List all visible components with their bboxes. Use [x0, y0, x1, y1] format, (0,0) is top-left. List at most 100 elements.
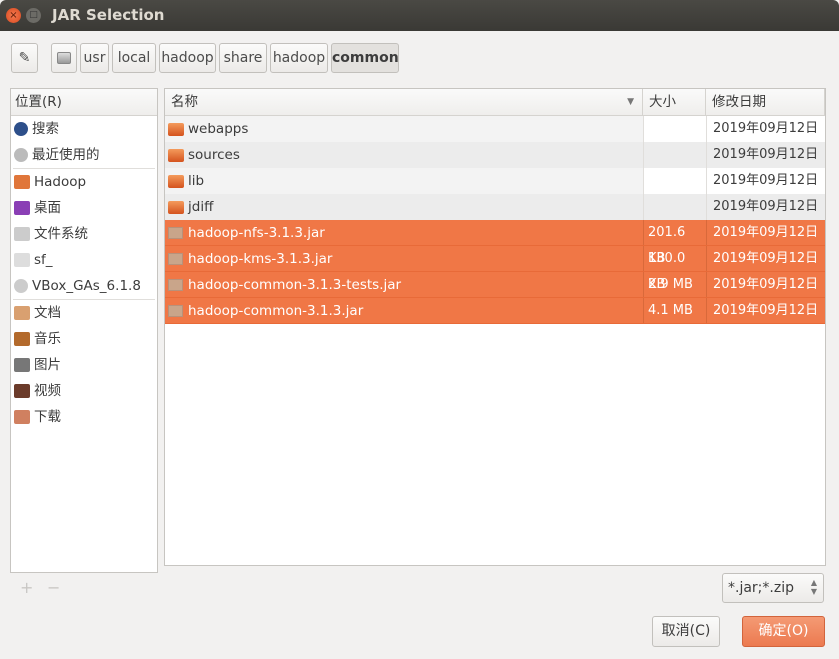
file-modified: 2019年09月12日 [706, 142, 825, 168]
cancel-button[interactable]: 取消(C) [652, 616, 720, 647]
sidebar-item-label: VBox_GAs_6.1.8 [32, 278, 141, 294]
sidebar-item[interactable]: 最近使用的 [11, 142, 157, 168]
file-name: hadoop-kms-3.1.3.jar [188, 250, 333, 267]
file-row[interactable]: lib 2019年09月12日 [165, 168, 825, 194]
sidebar-item[interactable]: 文件系统 [11, 221, 157, 247]
file-row[interactable]: hadoop-common-3.1.3.jar 4.1 MB 2019年09月12日 [165, 298, 825, 324]
file-row[interactable]: sources 2019年09月12日 [165, 142, 825, 168]
sidebar-item-label: 最近使用的 [32, 147, 100, 163]
ok-button[interactable]: 确定(O) [742, 616, 825, 647]
sidebar-header: 位置(R) [11, 89, 157, 116]
jar-file-icon [168, 304, 183, 317]
drive-icon [57, 52, 71, 64]
column-size[interactable]: 大小 [643, 89, 706, 115]
search-icon [14, 122, 28, 136]
folder-icon [168, 148, 184, 162]
sidebar-item-label: 搜索 [32, 121, 59, 137]
path-segment-usr[interactable]: usr [80, 43, 109, 73]
documents-icon [14, 306, 30, 320]
videos-icon [14, 384, 30, 398]
file-size: 4.1 MB [643, 298, 706, 323]
jar-file-icon [168, 278, 183, 291]
sidebar-item-label: 图片 [34, 357, 61, 373]
edit-location-button[interactable]: ✎ [11, 43, 38, 73]
file-name: hadoop-nfs-3.1.3.jar [188, 224, 325, 241]
sidebar-item-label: Hadoop [34, 174, 87, 190]
file-size: 130.0 KB [643, 246, 706, 292]
add-bookmark-button[interactable]: + [20, 578, 33, 597]
pencil-icon: ✎ [18, 50, 31, 66]
file-size: 2.9 MB [643, 272, 706, 297]
file-row[interactable]: hadoop-kms-3.1.3.jar 130.0 KB 2019年09月12日 [165, 246, 825, 292]
file-name: lib [188, 173, 205, 189]
sidebar-item[interactable]: 下载 [11, 404, 157, 430]
sidebar-item[interactable]: Hadoop [11, 169, 157, 195]
path-segment-hadoop[interactable]: hadoop [270, 43, 328, 73]
path-segment-share[interactable]: share [219, 43, 267, 73]
path-segment-hadoop[interactable]: hadoop [159, 43, 216, 73]
remove-bookmark-button[interactable]: − [47, 578, 60, 597]
file-name: hadoop-common-3.1.3-tests.jar [188, 276, 402, 293]
file-size [643, 116, 706, 142]
file-modified: 2019年09月12日 [706, 194, 825, 220]
column-modified[interactable]: 修改日期 [706, 89, 825, 115]
music-icon [14, 332, 30, 346]
pictures-icon [14, 358, 30, 372]
file-row[interactable]: hadoop-nfs-3.1.3.jar 201.6 KB 2019年09月12日 [165, 220, 825, 266]
sidebar-item[interactable]: 图片 [11, 352, 157, 378]
sidebar-item[interactable]: 音乐 [11, 326, 157, 352]
spinner-arrows-icon: ▲ ▼ [810, 578, 817, 596]
file-modified: 2019年09月12日 [706, 116, 825, 142]
sidebar-item-label: 音乐 [34, 331, 61, 347]
path-segment-common[interactable]: common [331, 43, 399, 73]
file-size [643, 142, 706, 168]
recent-icon [14, 148, 28, 162]
downloads-icon [14, 410, 30, 424]
sidebar-item-label: 桌面 [34, 200, 61, 216]
file-row[interactable]: webapps 2019年09月12日 [165, 116, 825, 142]
close-button[interactable]: × [6, 8, 21, 23]
sidebar-item[interactable]: 桌面 [11, 195, 157, 221]
path-root-button[interactable] [51, 43, 77, 73]
sidebar-item-label: 文件系统 [34, 226, 88, 242]
sidebar-item-label: 视频 [34, 383, 61, 399]
file-modified: 2019年09月12日 [706, 298, 825, 323]
file-row[interactable]: jdiff 2019年09月12日 [165, 194, 825, 220]
sidebar-item-label: 下载 [34, 409, 61, 425]
file-row[interactable]: hadoop-common-3.1.3-tests.jar 2.9 MB 2019年… [165, 272, 825, 298]
file-list: 名称 ▼ 大小 修改日期 webapps 2019年09月12日 sources 201… [164, 88, 826, 566]
desktop-icon [14, 201, 30, 215]
places-sidebar: 位置(R) 搜索最近使用的 Hadoop 桌面文件系统 sf_ VBox_GAs_6.1… [10, 88, 158, 573]
jar-file-icon [168, 226, 183, 239]
file-modified: 2019年09月12日 [706, 246, 825, 271]
folder-icon [168, 174, 184, 188]
file-list-header: 名称 ▼ 大小 修改日期 [165, 89, 825, 116]
path-segment-local[interactable]: local [112, 43, 156, 73]
disc-icon [14, 279, 28, 293]
minimize-button[interactable]: □ [26, 8, 41, 23]
sort-arrow-icon: ▼ [627, 97, 634, 107]
file-name: hadoop-common-3.1.3.jar [188, 302, 364, 319]
file-modified: 2019年09月12日 [706, 220, 825, 245]
folder-icon [168, 122, 184, 136]
column-name[interactable]: 名称 ▼ [165, 89, 643, 115]
file-size [643, 194, 706, 220]
file-name: webapps [188, 121, 249, 137]
file-name: sources [188, 147, 240, 163]
filesystem-icon [14, 227, 30, 241]
sidebar-item[interactable]: 文档 [11, 300, 157, 326]
file-size: 201.6 KB [643, 220, 706, 266]
file-name: jdiff [188, 199, 214, 215]
title-bar: × □ JAR Selection [0, 0, 839, 31]
file-filter-select[interactable]: *.jar;*.zip ▲ ▼ [722, 573, 824, 603]
window-title: JAR Selection [52, 6, 165, 24]
jar-file-icon [168, 252, 183, 265]
file-modified: 2019年09月12日 [706, 272, 825, 297]
drive-icon [14, 253, 30, 267]
file-modified: 2019年09月12日 [706, 168, 825, 194]
sidebar-item[interactable]: sf_ [11, 247, 157, 273]
sidebar-item[interactable]: VBox_GAs_6.1.8 [11, 273, 157, 299]
sidebar-item[interactable]: 视频 [11, 378, 157, 404]
folder-icon [168, 200, 184, 214]
sidebar-item[interactable]: 搜索 [11, 116, 157, 142]
